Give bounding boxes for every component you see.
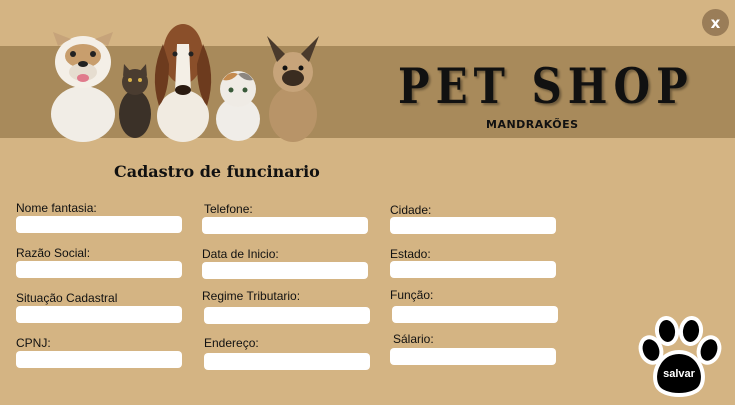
french-bulldog-image — [267, 36, 319, 142]
basset-hound-image — [154, 24, 212, 142]
cidade-input[interactable] — [390, 217, 556, 234]
nome-fantasia-input[interactable] — [16, 216, 182, 233]
razao-social-input[interactable] — [16, 261, 182, 278]
pets-illustration — [51, 24, 319, 142]
razao-social-label: Razão Social: — [16, 246, 91, 260]
regime-tributario-label: Regime Tributario: — [202, 289, 301, 303]
situacao-cadastral-input[interactable] — [16, 306, 182, 323]
telefone-input[interactable] — [202, 217, 368, 234]
save-button[interactable]: salvar — [637, 316, 725, 398]
cpnj-input[interactable] — [16, 351, 182, 368]
save-button-label: salvar — [663, 368, 695, 380]
persian-cat-image — [216, 71, 260, 141]
estado-input[interactable] — [390, 261, 556, 278]
funcao-label: Função: — [390, 288, 434, 302]
endereco-input[interactable] — [204, 353, 370, 370]
data-inicio-input[interactable] — [202, 262, 368, 279]
paw-icon — [638, 316, 722, 397]
salario-input[interactable] — [390, 348, 556, 365]
funcao-input[interactable] — [392, 306, 558, 323]
telefone-label: Telefone: — [204, 202, 253, 216]
estado-label: Estado: — [390, 247, 431, 261]
endereco-label: Endereço: — [204, 336, 259, 350]
bulldog-image — [51, 32, 115, 142]
cpnj-label: CPNJ: — [16, 336, 51, 350]
brand-subtitle: MANDRAKÕES — [486, 118, 579, 131]
nome-fantasia-label: Nome fantasia: — [16, 201, 97, 215]
form-title: Cadastro de funcinario — [114, 162, 320, 181]
kitten-image — [119, 64, 151, 138]
regime-tributario-input[interactable] — [204, 307, 370, 324]
situacao-cadastral-label: Situação Cadastral — [16, 291, 118, 305]
salario-label: Sálario: — [393, 332, 434, 346]
close-button[interactable]: x — [702, 9, 729, 36]
close-icon: x — [710, 13, 721, 32]
pet-shop-logo: PET SHOP MANDRAKÕES — [398, 58, 688, 131]
employee-registration-window: x PET SHOP MANDRAKÕES Cadastro de funcin… — [0, 0, 735, 405]
brand-title: PET SHOP — [398, 58, 694, 115]
data-inicio-label: Data de Inicio: — [202, 247, 279, 261]
cidade-label: Cidade: — [390, 203, 432, 217]
